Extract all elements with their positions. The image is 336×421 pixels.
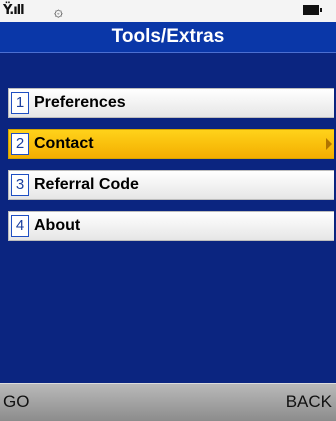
menu-item-preferences[interactable]: 1 Preferences xyxy=(8,88,334,118)
title-bar: Tools/Extras xyxy=(0,22,336,53)
battery-icon xyxy=(303,5,322,15)
menu-item-label: Contact xyxy=(34,135,94,152)
location-gear-icon: ۞ xyxy=(54,2,63,20)
menu-item-label: Preferences xyxy=(34,94,126,111)
phone-screen: Ÿ.ıll ۞ Tools/Extras 1 Preferences 2 Con… xyxy=(0,0,336,421)
signal-strength-icon: Ÿ.ıll xyxy=(3,3,25,18)
status-bar: Ÿ.ıll ۞ xyxy=(0,0,336,22)
menu-item-number: 3 xyxy=(11,174,29,196)
menu-item-number: 1 xyxy=(11,92,29,114)
menu-item-number: 4 xyxy=(11,215,29,237)
menu-item-label: Referral Code xyxy=(34,176,139,193)
page-title: Tools/Extras xyxy=(111,26,225,47)
menu-item-label: About xyxy=(34,217,81,234)
menu-item-referral-code[interactable]: 3 Referral Code xyxy=(8,170,334,200)
menu-item-about[interactable]: 4 About xyxy=(8,211,334,241)
menu-item-contact[interactable]: 2 Contact xyxy=(8,129,334,159)
softkey-bar: GO BACK xyxy=(0,383,336,421)
go-softkey[interactable]: GO xyxy=(3,384,29,420)
chevron-right-icon xyxy=(326,138,332,150)
back-softkey[interactable]: BACK xyxy=(286,384,332,420)
menu-item-number: 2 xyxy=(11,133,29,155)
